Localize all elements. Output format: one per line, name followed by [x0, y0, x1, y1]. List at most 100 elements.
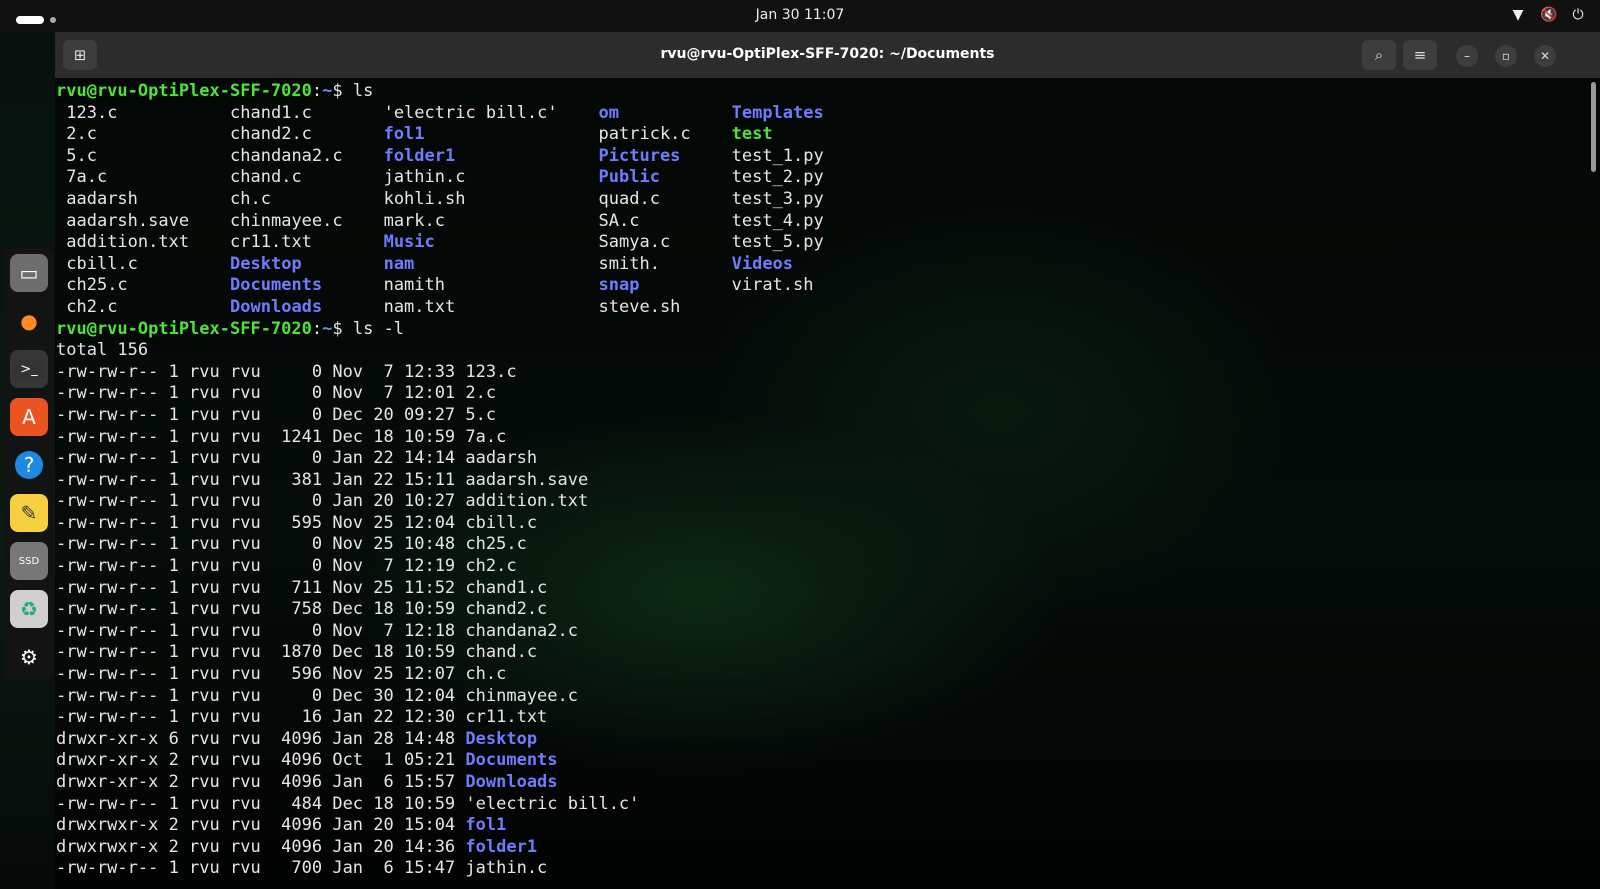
prompt-path: ~ [322, 318, 333, 339]
ls-entry: snap [598, 275, 640, 296]
text-editor-icon[interactable]: ✎ [10, 494, 48, 532]
ls-entry: chandana2.c [230, 145, 343, 166]
ls-entry: smith. [598, 253, 660, 274]
ls-entry: Videos [731, 253, 794, 274]
ls-entry: 'electric bill.c' [383, 102, 558, 123]
ls-entry: addition.txt [66, 232, 190, 253]
ls-entry: ch25.c [66, 275, 128, 296]
ls-long-entry-name: 7a.c [465, 426, 507, 447]
prompt-separator: : [311, 318, 323, 339]
files-icon[interactable]: ▭ [10, 254, 48, 292]
ls-long-entry-name: 123.c [465, 361, 517, 382]
ssd-drive-icon[interactable]: SSD [10, 542, 48, 580]
ls-entry: om [598, 102, 620, 123]
maximize-button[interactable]: ▫ [1495, 45, 1517, 67]
ls-long-entry-name: chand1.c [465, 577, 548, 598]
ls-entry: 7a.c [66, 167, 108, 188]
ls-entry: test_2.py [731, 167, 824, 188]
ls-entry: quad.c [598, 188, 660, 209]
app-center-icon[interactable]: A [10, 398, 48, 436]
prompt-user-host: rvu@rvu-OptiPlex-SFF-7020 [56, 318, 312, 339]
terminal-output[interactable]: rvu@rvu-OptiPlex-SFF-7020:~$ ls 123.c ch… [55, 78, 1600, 889]
prompt-symbol: $ [332, 318, 353, 339]
ls-long-entry-name: chand.c [465, 642, 538, 663]
ls-entry: ch2.c [66, 296, 118, 317]
ls-long-entry-name: Documents [465, 750, 558, 771]
prompt-symbol: $ [332, 81, 353, 101]
ls-long-entry-name: 'electric bill.c' [465, 793, 640, 814]
ls-long-entry-name: ch2.c [465, 556, 517, 577]
ls-entry: nam.txt [383, 296, 456, 317]
ls-entry: chand2.c [230, 124, 312, 145]
close-button[interactable]: ✕ [1534, 45, 1556, 67]
ls-long-entry-name: cr11.txt [465, 707, 548, 728]
ls-entry: nam [383, 253, 415, 274]
firefox-icon[interactable]: ● [10, 302, 48, 340]
clock[interactable]: Jan 30 11:07 [0, 7, 1600, 23]
power-icon[interactable]: ⏻ [1570, 7, 1586, 23]
ls-entry: Desktop [230, 253, 302, 274]
ls-entry: Public [598, 167, 660, 188]
ls-entry: fol1 [383, 124, 425, 145]
ls-entry: chand1.c [230, 102, 312, 123]
command-text: ls -l [352, 318, 405, 339]
ls-long-entry-name: addition.txt [465, 491, 589, 512]
ls-long-entry-name: jathin.c [465, 858, 548, 879]
ls-long-entry-name: 5.c [465, 404, 497, 425]
ls-entry: namith [383, 275, 445, 296]
ls-entry: chand.c [230, 167, 302, 188]
ls-entry: Downloads [230, 296, 323, 317]
ls-long-entry-name: cbill.c [465, 512, 538, 533]
ls-entry: 5.c [66, 145, 97, 166]
ls-entry: steve.sh [598, 296, 681, 317]
ls-entry: SA.c [598, 210, 640, 231]
ls-entry: Pictures [598, 145, 681, 166]
top-bar: Jan 30 11:07 ▼ 🔇 ⏻ [0, 0, 1600, 32]
ls-entry: chinmayee.c [230, 210, 343, 231]
ls-total: total 156 [56, 340, 149, 361]
ls-entry: jathin.c [383, 167, 466, 188]
trash-icon[interactable]: ♻ [10, 590, 48, 628]
wifi-icon[interactable]: ▼ [1510, 7, 1526, 23]
ls-entry: test [731, 124, 773, 145]
ls-entry: Templates [731, 102, 824, 123]
ls-entry: 123.c [66, 102, 118, 123]
ls-long-entry-name: folder1 [465, 836, 538, 857]
command-text: ls [352, 81, 374, 101]
ls-entry: folder1 [383, 145, 456, 166]
ls-entry: test_3.py [731, 188, 824, 209]
ls-long-entry-name: Desktop [465, 728, 538, 749]
hamburger-icon: ≡ [1413, 46, 1427, 64]
ls-entry: Samya.c [598, 232, 671, 253]
minimize-button[interactable]: – [1456, 45, 1478, 67]
help-icon[interactable]: ? [10, 446, 48, 484]
ls-entry: patrick.c [598, 124, 691, 145]
ls-long-entry-name: chandana2.c [465, 620, 578, 641]
search-button[interactable]: ⌕ [1362, 40, 1396, 70]
ls-long-entry-name: ch25.c [465, 534, 527, 555]
volume-muted-icon[interactable]: 🔇 [1540, 7, 1557, 23]
ls-entry: test_4.py [731, 210, 824, 231]
ls-entry: Music [383, 232, 435, 253]
menu-button[interactable]: ≡ [1403, 40, 1437, 70]
ls-long-entry-name: aadarsh [465, 448, 538, 469]
prompt-separator: : [311, 81, 323, 101]
title-bar[interactable]: ⊞ rvu@rvu-OptiPlex-SFF-7020: ~/Documents… [55, 32, 1600, 78]
ls-long-entry-name: Downloads [465, 772, 558, 792]
ls-entry: mark.c [383, 210, 445, 231]
scrollbar[interactable] [1591, 82, 1596, 172]
show-apps-icon[interactable]: ⚙ [10, 638, 48, 676]
system-tray[interactable]: ▼ 🔇 ⏻ [1510, 7, 1586, 23]
terminal-window: ⊞ rvu@rvu-OptiPlex-SFF-7020: ~/Documents… [55, 32, 1600, 889]
ls-entry: 2.c [66, 124, 97, 145]
ls-long-entry-name: ch.c [465, 664, 507, 685]
ls-entry: aadarsh.save [66, 210, 190, 231]
ls-long-entry-name: chand2.c [465, 599, 548, 620]
ls-long-entry-name: fol1 [465, 815, 507, 836]
prompt-user-host: rvu@rvu-OptiPlex-SFF-7020 [56, 81, 312, 101]
ls-entry: cbill.c [66, 253, 138, 274]
dock: ▭ ● >_ A ? ✎ SSD ♻ ⚙ [4, 248, 54, 680]
ls-entry: Documents [230, 275, 323, 296]
terminal-icon[interactable]: >_ [10, 350, 48, 388]
ls-long-entry-name: 2.c [465, 383, 497, 404]
